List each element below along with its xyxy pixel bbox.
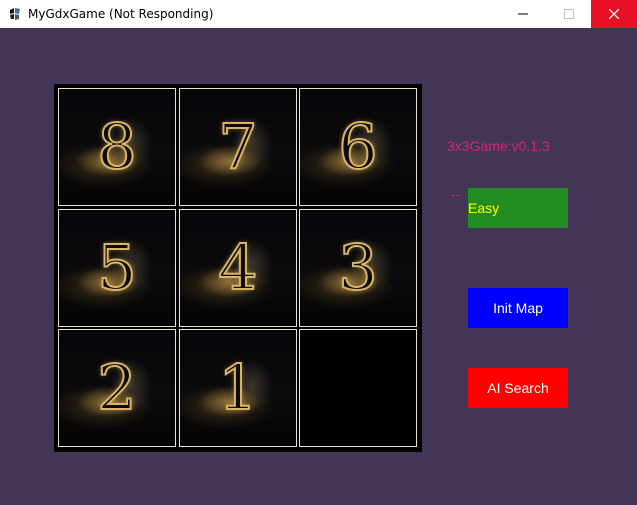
difficulty-button[interactable]: Easy (468, 188, 568, 228)
minimize-button[interactable] (500, 0, 546, 28)
window-title: MyGdxGame (Not Responding) (28, 7, 214, 21)
puzzle-board: 8 7 6 5 4 3 2 1 (54, 84, 422, 452)
puzzle-tile[interactable]: 3 (299, 209, 417, 327)
tile-number: 7 (217, 110, 258, 183)
puzzle-tile[interactable]: 2 (58, 329, 176, 447)
puzzle-tile[interactable]: 5 (58, 209, 176, 327)
app-icon (8, 7, 22, 21)
puzzle-tile[interactable]: 7 (179, 88, 297, 206)
empty-tile[interactable] (299, 329, 417, 447)
init-map-button[interactable]: Init Map (468, 288, 568, 328)
maximize-button[interactable] (546, 0, 592, 28)
window-titlebar[interactable]: MyGdxGame (Not Responding) (0, 0, 637, 28)
ai-search-label: AI Search (487, 380, 549, 396)
maximize-icon (564, 9, 574, 19)
puzzle-tile[interactable]: 8 (58, 88, 176, 206)
minimize-icon (518, 13, 528, 15)
close-icon (609, 9, 619, 19)
tile-number: 5 (96, 231, 137, 304)
tile-number: 1 (217, 351, 258, 424)
ai-search-button[interactable]: AI Search (468, 368, 568, 408)
difficulty-label: Easy (468, 200, 500, 216)
version-label: 3x3Game:v0.1.3 (447, 138, 550, 154)
puzzle-tile[interactable]: 1 (179, 329, 297, 447)
tile-number: 3 (337, 231, 378, 304)
tile-number: 8 (96, 110, 137, 183)
tile-number: 2 (96, 351, 137, 424)
init-map-label: Init Map (493, 300, 543, 316)
tile-number: 6 (337, 110, 378, 183)
puzzle-tile[interactable]: 6 (299, 88, 417, 206)
puzzle-tile[interactable]: 4 (179, 209, 297, 327)
tile-number: 4 (217, 231, 258, 304)
close-button[interactable] (591, 0, 637, 28)
